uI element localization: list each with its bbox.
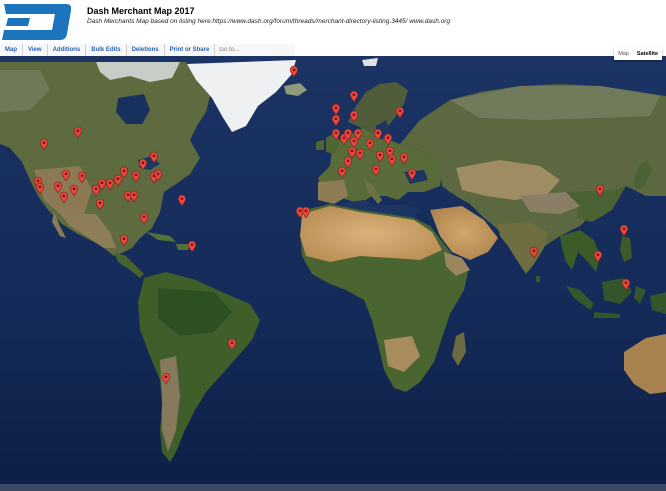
map-pin-dot — [98, 201, 102, 205]
map-pin-dot — [304, 209, 308, 213]
map-pin-dot — [141, 161, 145, 165]
map-pin-dot — [132, 193, 136, 197]
map-pin-dot — [230, 341, 234, 345]
sri-lanka-landmass — [536, 276, 540, 282]
map-pin-dot — [350, 149, 354, 153]
map-pin-dot — [64, 172, 68, 176]
map-pin-dot — [116, 177, 120, 181]
map-pin-dot — [624, 281, 628, 285]
map-pin-dot — [126, 193, 130, 197]
antarctica-edge — [0, 484, 666, 491]
world-map[interactable] — [0, 56, 666, 491]
map-pin-dot — [374, 167, 378, 171]
map-pin-dot — [346, 131, 350, 135]
map-pin-dot — [72, 187, 76, 191]
menu-print-or-share[interactable]: Print or Share — [165, 44, 216, 56]
map-pin-dot — [100, 181, 104, 185]
map-pin-dot — [388, 149, 392, 153]
map-pin-dot — [94, 187, 98, 191]
page-subtitle: Dash Merchants Map based on listing here… — [87, 18, 451, 25]
menu-bulk-edits[interactable]: Bulk Edits — [86, 44, 127, 56]
map-pin-dot — [108, 181, 112, 185]
map-pin-dot — [376, 131, 380, 135]
map-pin-dot — [402, 155, 406, 159]
map-pin-dot — [596, 253, 600, 257]
map-type-map-button[interactable]: Map — [614, 48, 633, 60]
map-pin-dot — [334, 106, 338, 110]
map-pin-dot — [352, 113, 356, 117]
menu-additions[interactable]: Additions — [48, 44, 87, 56]
map-pin-dot — [122, 237, 126, 241]
map-pin-dot — [56, 184, 60, 188]
map-pin-dot — [38, 185, 42, 189]
dash-logo-icon — [2, 4, 72, 40]
map-pin-dot — [164, 375, 168, 379]
map-pin-dot — [410, 171, 414, 175]
map-pin-dot — [352, 139, 356, 143]
map-pin-dot — [390, 157, 394, 161]
map-pin-dot — [340, 169, 344, 173]
map-pin-dot — [352, 93, 356, 97]
hispaniola-landmass — [176, 244, 190, 250]
map-pin-dot — [134, 173, 138, 177]
map-pin-dot — [622, 227, 626, 231]
map-pin-dot — [368, 141, 372, 145]
map-pin-dot — [292, 68, 296, 72]
map-pin-dot — [142, 215, 146, 219]
map-pin-dot — [190, 243, 194, 247]
map-pin-dot — [80, 174, 84, 178]
map-pin-dot — [156, 172, 160, 176]
map-pin-dot — [180, 197, 184, 201]
map-pin-dot — [358, 151, 362, 155]
map-pin-dot — [386, 136, 390, 140]
map-pin-dot — [62, 194, 66, 198]
map-type-toggle: Map Satellite — [614, 48, 662, 60]
map-pin-dot — [42, 141, 46, 145]
satellite-map[interactable] — [0, 56, 666, 491]
page-title: Dash Merchant Map 2017 — [87, 6, 195, 16]
map-pin-dot — [356, 131, 360, 135]
menu-map[interactable]: Map — [0, 44, 23, 56]
map-pin-dot — [346, 159, 350, 163]
map-pin-dot — [532, 249, 536, 253]
map-pin-dot — [152, 154, 156, 158]
menu-view[interactable]: View — [23, 44, 48, 56]
map-pin-dot — [76, 129, 80, 133]
menu-deletions[interactable]: Deletions — [127, 44, 165, 56]
map-pin-dot — [598, 187, 602, 191]
map-pin-dot — [334, 117, 338, 121]
goto-input[interactable] — [217, 45, 300, 55]
map-pin-dot — [298, 209, 302, 213]
map-pin-dot — [122, 169, 126, 173]
map-type-satellite-button[interactable]: Satellite — [633, 48, 662, 60]
map-pin-dot — [342, 136, 346, 140]
map-pin-dot — [378, 153, 382, 157]
map-pin-dot — [334, 131, 338, 135]
header: Dash Merchant Map 2017 Dash Merchants Ma… — [0, 0, 666, 44]
map-pin-dot — [398, 109, 402, 113]
map-pin-dot — [36, 179, 40, 183]
